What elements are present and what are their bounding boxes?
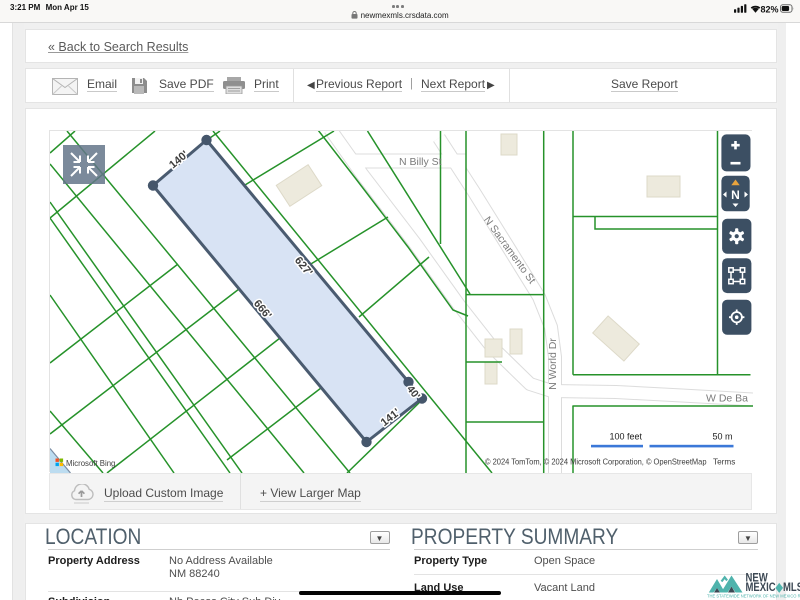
svg-text:THE STATEWIDE NETWORK OF NEW M: THE STATEWIDE NETWORK OF NEW MEXICO REAL…: [707, 594, 800, 599]
svg-text:82%: 82%: [761, 4, 779, 14]
svg-text:N: N: [731, 188, 740, 202]
svg-text:N World Dr: N World Dr: [547, 338, 559, 390]
svg-text:N Billy St: N Billy St: [399, 156, 442, 168]
svg-text:© 2024 TomTom, © 2024 Microsof: © 2024 TomTom, © 2024 Microsoft Corporat…: [485, 457, 707, 466]
svg-text:W De Ba: W De Ba: [706, 393, 748, 405]
svg-text:50 m: 50 m: [712, 431, 732, 441]
svg-text:MEXIC◆MLS: MEXIC◆MLS: [746, 581, 800, 594]
svg-text:100 feet: 100 feet: [609, 431, 642, 441]
svg-text:Microsoft Bing: Microsoft Bing: [66, 459, 115, 468]
svg-text:Terms: Terms: [713, 457, 735, 466]
